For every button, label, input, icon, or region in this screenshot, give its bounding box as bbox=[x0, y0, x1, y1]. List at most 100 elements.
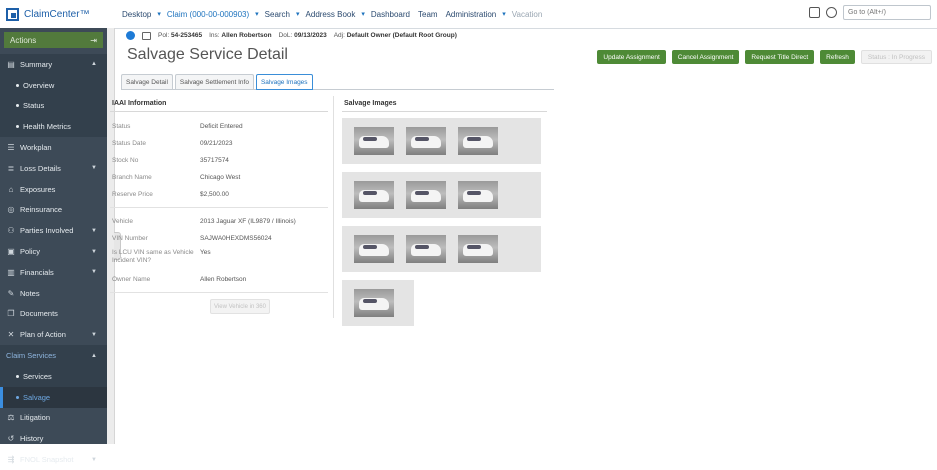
policy-info: Pol: 54-253465 bbox=[158, 32, 203, 39]
salvage-images-heading: Salvage Images bbox=[342, 96, 547, 112]
nav-team[interactable]: Team bbox=[414, 10, 442, 19]
sidebar-item-label: Plan of Action bbox=[20, 330, 66, 340]
tab-salvage-images[interactable]: Salvage Images bbox=[255, 74, 313, 90]
app-logo[interactable]: ClaimCenter™ bbox=[0, 7, 118, 21]
detail-tabs: Salvage Detail Salvage Settlement Info S… bbox=[121, 74, 554, 90]
refresh-button[interactable]: Refresh bbox=[820, 50, 855, 64]
actions-label: Actions bbox=[10, 35, 37, 45]
chevron-down-icon: ▼ bbox=[91, 331, 97, 338]
vehicle-photo[interactable] bbox=[458, 127, 498, 155]
vehicle-photo[interactable] bbox=[354, 289, 394, 317]
sidebar-item-services[interactable]: Services bbox=[0, 365, 107, 387]
edit-icon[interactable] bbox=[809, 7, 820, 18]
actions-button[interactable]: Actions ⇥ bbox=[4, 32, 103, 48]
nav-address-book[interactable]: Address Book bbox=[302, 10, 360, 19]
tab-salvage-settlement-info[interactable]: Salvage Settlement Info bbox=[174, 74, 254, 89]
sidebar-item-label: Overview bbox=[23, 80, 55, 90]
field-value: SAJWA0HEXDMS56024 bbox=[200, 235, 272, 242]
sidebar-item-label: Services bbox=[23, 371, 52, 381]
field-vin-number: VIN Number SAJWA0HEXDMS56024 bbox=[110, 230, 328, 247]
nav-desktop[interactable]: Desktop bbox=[118, 10, 155, 19]
nav-vacation[interactable]: Vacation bbox=[508, 10, 547, 19]
nav-dashboard[interactable]: Dashboard bbox=[367, 10, 414, 19]
vehicle-photo[interactable] bbox=[458, 181, 498, 209]
sidebar-item-documents[interactable]: ❐ Documents bbox=[0, 304, 107, 325]
top-navigation-bar: ClaimCenter™ Desktop ▾ Claim (000-00-000… bbox=[0, 0, 937, 29]
sidebar-item-label: Documents bbox=[20, 309, 58, 319]
bullet-icon bbox=[16, 104, 19, 108]
chevron-down-icon: ▼ bbox=[91, 248, 97, 255]
field-label: Reserve Price bbox=[112, 191, 153, 198]
field-status: Status Deficit Entered bbox=[110, 118, 328, 135]
sidebar-item-label: Reinsurance bbox=[20, 205, 63, 215]
sidebar-item-status[interactable]: Status bbox=[0, 95, 107, 117]
vehicle-photo[interactable] bbox=[406, 181, 446, 209]
sidebar-item-label: Salvage bbox=[23, 392, 51, 402]
vehicle-photo[interactable] bbox=[354, 127, 394, 155]
sidebar-item-plan-of-action[interactable]: ✕ Plan of Action ▼ bbox=[0, 324, 107, 345]
sidebar-item-parties-involved[interactable]: ⚇ Parties Involved ▼ bbox=[0, 220, 107, 241]
sidebar-item-label: Parties Involved bbox=[20, 226, 74, 236]
sidebar-item-claim-services[interactable]: Claim Services ▲ bbox=[0, 345, 107, 366]
sidebar-item-litigation[interactable]: ⚖ Litigation bbox=[0, 408, 107, 429]
chevron-down-icon[interactable]: ▾ bbox=[155, 10, 163, 18]
sidebar-item-policy[interactable]: ▣ Policy ▼ bbox=[0, 241, 107, 262]
policy-icon: ▣ bbox=[7, 247, 15, 257]
request-title-direct-button[interactable]: Request Title Direct bbox=[745, 50, 815, 64]
update-assignment-button[interactable]: Update Assignment bbox=[597, 50, 666, 64]
vehicle-photo[interactable] bbox=[406, 235, 446, 263]
printer-icon[interactable] bbox=[142, 31, 151, 40]
sidebar-item-history[interactable]: ↺ History bbox=[0, 428, 107, 449]
sidebar-item-workplan[interactable]: ☰ Workplan bbox=[0, 137, 107, 158]
sidebar-item-fnol-snapshot[interactable]: ⇶ FNOL Snapshot ▼ bbox=[0, 449, 107, 470]
image-row bbox=[342, 172, 541, 218]
vehicle-photo[interactable] bbox=[458, 235, 498, 263]
documents-icon: ❐ bbox=[7, 309, 15, 319]
field-label: Status Date bbox=[112, 140, 146, 147]
status-button: Status : In Progress bbox=[860, 50, 932, 64]
field-status-date: Status Date 09/21/2023 bbox=[110, 135, 328, 152]
goto-input[interactable] bbox=[843, 5, 931, 20]
field-value: Deficit Entered bbox=[200, 123, 243, 130]
sidebar-item-salvage[interactable]: Salvage bbox=[0, 386, 107, 408]
view-vehicle-360-button: View Vehicle in 360 bbox=[210, 299, 270, 314]
cancel-assignment-button[interactable]: Cancel Assignment bbox=[671, 50, 740, 64]
image-row bbox=[342, 280, 414, 326]
salvage-images-panel: Salvage Images bbox=[342, 96, 547, 334]
vehicle-photo[interactable] bbox=[354, 235, 394, 263]
nav-administration[interactable]: Administration bbox=[442, 10, 501, 19]
sidebar-item-summary[interactable]: ▤ Summary ▲ bbox=[0, 54, 107, 75]
chevron-down-icon[interactable]: ▾ bbox=[294, 10, 302, 18]
chevron-down-icon[interactable]: ▾ bbox=[500, 10, 508, 18]
field-label: Branch Name bbox=[112, 174, 152, 181]
sidebar-item-loss-details[interactable]: ≣ Loss Details ▼ bbox=[0, 158, 107, 179]
sidebar-item-notes[interactable]: ✎ Notes bbox=[0, 283, 107, 304]
field-label: Vehicle bbox=[112, 218, 133, 225]
vehicle-photo[interactable] bbox=[354, 181, 394, 209]
sidebar-item-reinsurance[interactable]: ◎ Reinsurance bbox=[0, 200, 107, 221]
sidebar-item-health-metrics[interactable]: Health Metrics bbox=[0, 116, 107, 138]
image-row bbox=[342, 118, 541, 164]
nav-claim[interactable]: Claim (000-00-000903) bbox=[163, 10, 253, 19]
field-value: $2,500.00 bbox=[200, 191, 229, 198]
sidebar-item-label: History bbox=[20, 434, 44, 444]
sidebar-item-exposures[interactable]: ⌂ Exposures bbox=[0, 179, 107, 200]
bullet-icon bbox=[16, 125, 19, 129]
field-vehicle: Vehicle 2013 Jaguar XF (IL9879 / Illinoi… bbox=[110, 213, 328, 230]
vehicle-photo[interactable] bbox=[406, 127, 446, 155]
field-value: Yes bbox=[200, 249, 211, 256]
parties-icon: ⚇ bbox=[7, 226, 15, 236]
page-title: Salvage Service Detail bbox=[127, 46, 288, 63]
nav-search[interactable]: Search bbox=[261, 10, 294, 19]
field-value: 35717574 bbox=[200, 157, 229, 164]
notes-icon: ✎ bbox=[7, 288, 15, 298]
field-label: Owner Name bbox=[112, 276, 151, 283]
field-label: Stock No bbox=[112, 157, 139, 164]
chevron-down-icon[interactable]: ▾ bbox=[253, 10, 261, 18]
sidebar-item-financials[interactable]: ▥ Financials ▼ bbox=[0, 262, 107, 283]
gear-icon[interactable] bbox=[826, 7, 837, 18]
sidebar-item-overview[interactable]: Overview bbox=[0, 74, 107, 96]
chevron-down-icon[interactable]: ▾ bbox=[359, 10, 367, 18]
claim-info-bar: Pol: 54-253465 Ins: Allen Robertson DoL:… bbox=[120, 28, 937, 43]
tab-salvage-detail[interactable]: Salvage Detail bbox=[121, 74, 173, 89]
